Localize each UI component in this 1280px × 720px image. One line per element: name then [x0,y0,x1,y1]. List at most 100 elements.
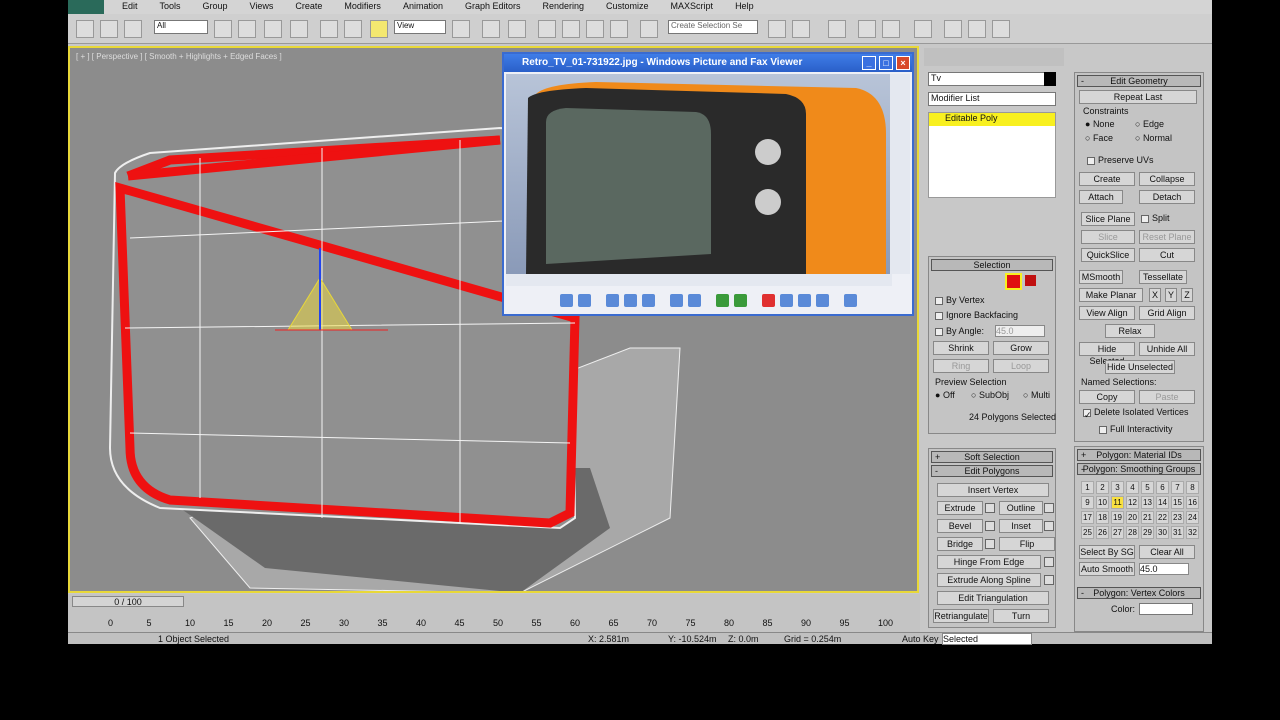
smoothing-group-11[interactable]: 11 [1111,496,1124,509]
smoothing-group-29[interactable]: 29 [1141,526,1154,539]
menu-views[interactable]: Views [250,0,274,14]
manipulate-icon[interactable] [482,20,500,38]
track-bar[interactable]: 0 5 10 15 20 25 30 35 40 45 50 55 60 65 70 75 80 85 90 95 10… [108,610,893,630]
auto-smooth-threshold[interactable]: 45.0 [1139,563,1189,575]
rect-selection-icon[interactable] [264,20,282,38]
viewer-title-bar[interactable]: Retro_TV_01-731922.jpg - Windows Picture… [504,54,912,72]
extrude-spline-settings-icon[interactable] [1044,575,1054,585]
extrude-button[interactable]: Extrude [937,501,983,515]
open-in-editor-icon[interactable] [815,293,829,307]
inset-button[interactable]: Inset [999,519,1043,533]
ignore-backfacing-checkbox[interactable]: Ignore Backfacing [935,310,1018,320]
maximize-button[interactable]: □ [879,56,893,70]
auto-smooth-button[interactable]: Auto Smooth [1079,562,1135,576]
split-checkbox[interactable]: Split [1141,213,1170,223]
reset-plane-button[interactable]: Reset Plane [1139,230,1195,244]
hinge-from-edge-button[interactable]: Hinge From Edge [937,555,1041,569]
select-by-name-icon[interactable] [238,20,256,38]
smoothing-group-16[interactable]: 16 [1186,496,1199,509]
auto-key-button[interactable]: Auto Key [902,634,939,644]
msmooth-button[interactable]: MSmooth [1079,270,1123,284]
app-logo[interactable] [68,0,104,14]
grid-align-button[interactable]: Grid Align [1139,306,1195,320]
element-mode-icon[interactable] [1025,275,1036,286]
by-angle-checkbox[interactable]: By Angle: [935,326,984,336]
view-align-button[interactable]: View Align [1079,306,1135,320]
menu-modifiers[interactable]: Modifiers [344,0,381,14]
layer-manager-icon[interactable] [828,20,846,38]
material-ids-header[interactable]: + Polygon: Material IDs [1077,449,1201,461]
percent-snap-icon[interactable] [586,20,604,38]
keyboard-shortcut-icon[interactable] [508,20,526,38]
edit-geometry-header[interactable]: - Edit Geometry [1077,75,1201,87]
smoothing-group-19[interactable]: 19 [1111,511,1124,524]
cut-button[interactable]: Cut [1139,248,1195,262]
smoothing-group-10[interactable]: 10 [1096,496,1109,509]
bevel-settings-icon[interactable] [985,521,995,531]
mirror-icon[interactable] [768,20,786,38]
edit-polygons-header[interactable]: - Edit Polygons [931,465,1053,477]
constraint-face-radio[interactable]: ○ Face [1085,133,1113,143]
smoothing-group-21[interactable]: 21 [1141,511,1154,524]
smoothing-group-1[interactable]: 1 [1081,481,1094,494]
render-setup-icon[interactable] [944,20,962,38]
slideshow-icon[interactable] [641,293,655,307]
smoothing-group-3[interactable]: 3 [1111,481,1124,494]
previous-image-icon[interactable] [559,293,573,307]
rotate-icon[interactable] [344,20,362,38]
smoothing-group-13[interactable]: 13 [1141,496,1154,509]
smoothing-group-18[interactable]: 18 [1096,511,1109,524]
stack-item-editable-poly[interactable]: Editable Poly [929,113,1055,126]
extrude-along-spline-button[interactable]: Extrude Along Spline [937,573,1041,587]
menu-graph-editors[interactable]: Graph Editors [465,0,521,14]
smoothing-group-5[interactable]: 5 [1141,481,1154,494]
extrude-settings-icon[interactable] [985,503,995,513]
menu-customize[interactable]: Customize [606,0,649,14]
scale-icon[interactable] [370,20,388,38]
object-name-field[interactable]: Tv [928,72,1052,86]
delete-isolated-checkbox[interactable]: ✓ Delete Isolated Vertices [1083,407,1189,420]
time-slider[interactable]: 0 / 100 [72,596,184,607]
smoothing-group-32[interactable]: 32 [1186,526,1199,539]
help-icon[interactable] [843,293,857,307]
smoothing-group-15[interactable]: 15 [1171,496,1184,509]
menu-edit[interactable]: Edit [122,0,138,14]
grow-button[interactable]: Grow [993,341,1049,355]
smoothing-group-9[interactable]: 9 [1081,496,1094,509]
select-by-sg-button[interactable]: Select By SG [1079,545,1135,559]
slice-button[interactable]: Slice [1081,230,1135,244]
make-planar-button[interactable]: Make Planar [1079,288,1143,302]
repeat-last-button[interactable]: Repeat Last [1079,90,1197,104]
insert-vertex-button[interactable]: Insert Vertex [937,483,1049,497]
loop-button[interactable]: Loop [993,359,1049,373]
unhide-all-button[interactable]: Unhide All [1139,342,1195,356]
edit-named-selection-icon[interactable] [640,20,658,38]
outline-settings-icon[interactable] [1044,503,1054,513]
selection-header[interactable]: Selection [931,259,1053,271]
material-editor-icon[interactable] [914,20,932,38]
move-icon[interactable] [320,20,338,38]
angle-field[interactable]: 45.0 [995,325,1045,337]
smoothing-group-17[interactable]: 17 [1081,511,1094,524]
planar-x-button[interactable]: X [1149,288,1161,302]
menu-maxscript[interactable]: MAXScript [671,0,714,14]
menu-tools[interactable]: Tools [160,0,181,14]
vertex-colors-header[interactable]: - Polygon: Vertex Colors [1077,587,1201,599]
window-crossing-icon[interactable] [290,20,308,38]
inset-settings-icon[interactable] [1044,521,1054,531]
angle-snap-icon[interactable] [562,20,580,38]
full-interactivity-checkbox[interactable]: Full Interactivity [1099,424,1173,434]
smoothing-group-26[interactable]: 26 [1096,526,1109,539]
smoothing-group-12[interactable]: 12 [1126,496,1139,509]
smoothing-group-7[interactable]: 7 [1171,481,1184,494]
shrink-button[interactable]: Shrink [933,341,989,355]
constraint-normal-radio[interactable]: ○ Normal [1135,133,1172,143]
spinner-snap-icon[interactable] [610,20,628,38]
attach-button[interactable]: Attach [1079,190,1123,204]
copy-button[interactable]: Copy [1079,390,1135,404]
smoothing-group-30[interactable]: 30 [1156,526,1169,539]
hinge-settings-icon[interactable] [1044,557,1054,567]
smoothing-group-28[interactable]: 28 [1126,526,1139,539]
smoothing-group-2[interactable]: 2 [1096,481,1109,494]
smoothing-group-8[interactable]: 8 [1186,481,1199,494]
